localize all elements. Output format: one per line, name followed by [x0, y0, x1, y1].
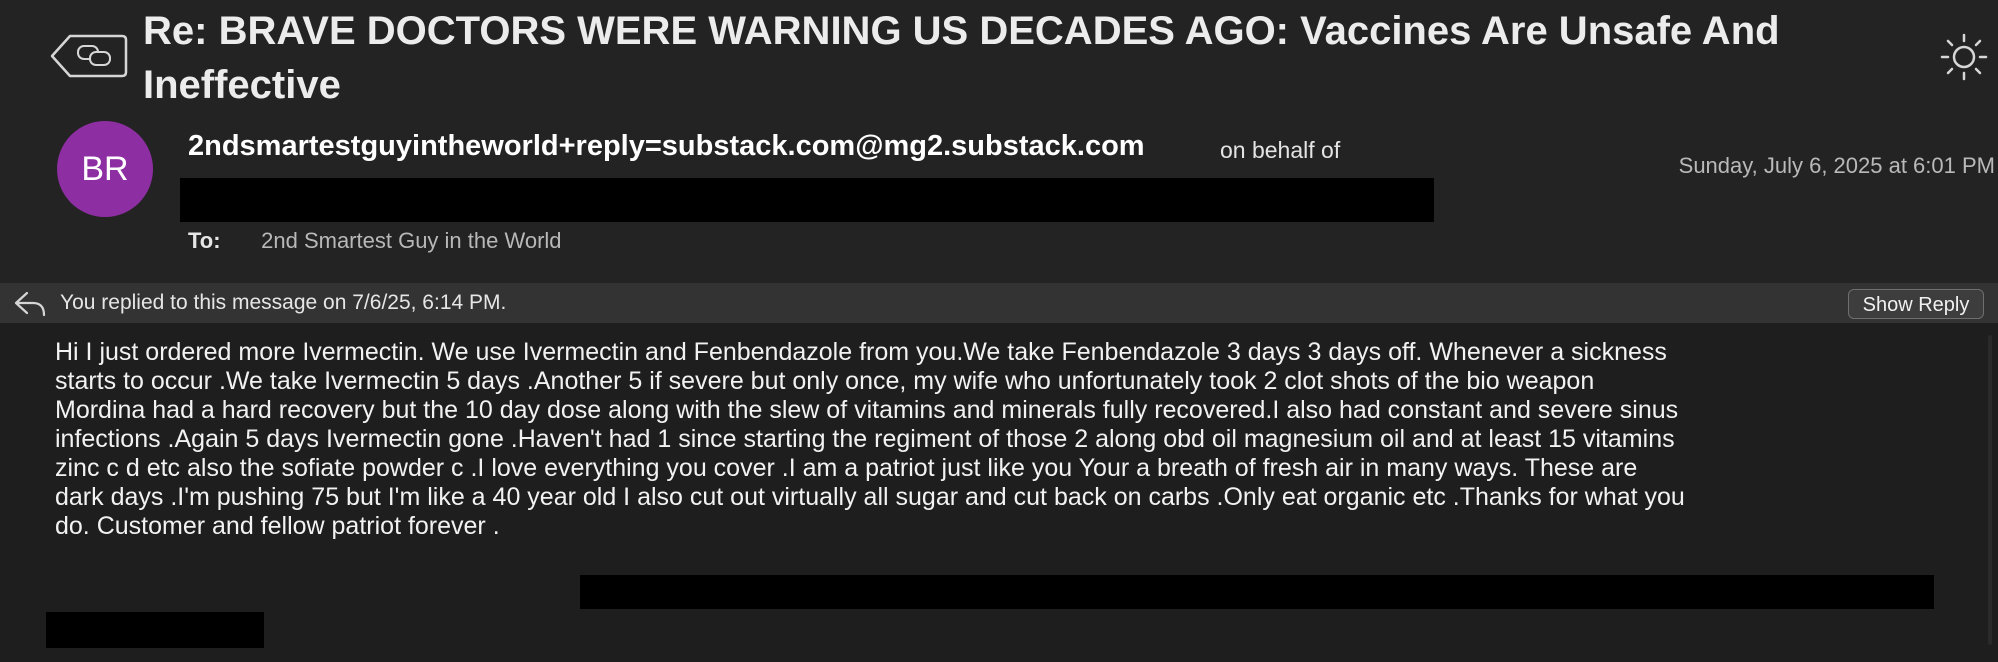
message-line: Mordina had a hard recovery but the 10 d… [55, 396, 1679, 424]
message-subject: Re: BRAVE DOCTORS WERE WARNING US DECADE… [143, 9, 1780, 107]
to-label: To: [188, 228, 221, 253]
sender-address[interactable]: 2ndsmartestguyintheworld+reply=substack.… [188, 128, 1145, 164]
message-scrollbar[interactable] [1988, 335, 1992, 645]
message-body: Hi I just ordered more Ivermectin. We us… [55, 338, 1985, 541]
message-line: dark days .I'm pushing 75 but I'm like a… [55, 483, 1685, 511]
message-line: do. Customer and fellow patriot forever … [55, 512, 500, 540]
message-line: infections .Again 5 days Ivermectin gone… [55, 425, 1675, 453]
sender-avatar: BR [57, 121, 153, 217]
redacted-signature-continued [46, 612, 264, 648]
on-behalf-label: on behalf of [1220, 137, 1341, 163]
recipient-name[interactable]: 2nd Smartest Guy in the World [261, 228, 561, 253]
reply-arrow-icon [14, 291, 46, 317]
mail-viewer: Re: BRAVE DOCTORS WERE WARNING US DECADE… [0, 0, 1998, 662]
message-line: starts to occur .We take Ivermectin 5 da… [55, 367, 1595, 395]
show-reply-button[interactable]: Show Reply [1848, 289, 1984, 319]
message-line: Hi I just ordered more Ivermectin. We us… [55, 338, 1667, 366]
replied-notice-text: You replied to this message on 7/6/25, 6… [60, 291, 507, 314]
message-line: zinc c d etc also the sofiate powder c .… [55, 454, 1638, 482]
redacted-signature [580, 575, 1934, 609]
message-date: Sunday, July 6, 2025 at 6:01 PM [1678, 153, 1995, 178]
message-header: Re: BRAVE DOCTORS WERE WARNING US DECADE… [0, 0, 1998, 283]
back-speech-bubbles-icon[interactable] [48, 30, 128, 82]
recipient-row: To: 2nd Smartest Guy in the World [188, 226, 562, 256]
sun-icon[interactable] [1940, 33, 1988, 81]
redacted-sender-name [180, 178, 1434, 222]
